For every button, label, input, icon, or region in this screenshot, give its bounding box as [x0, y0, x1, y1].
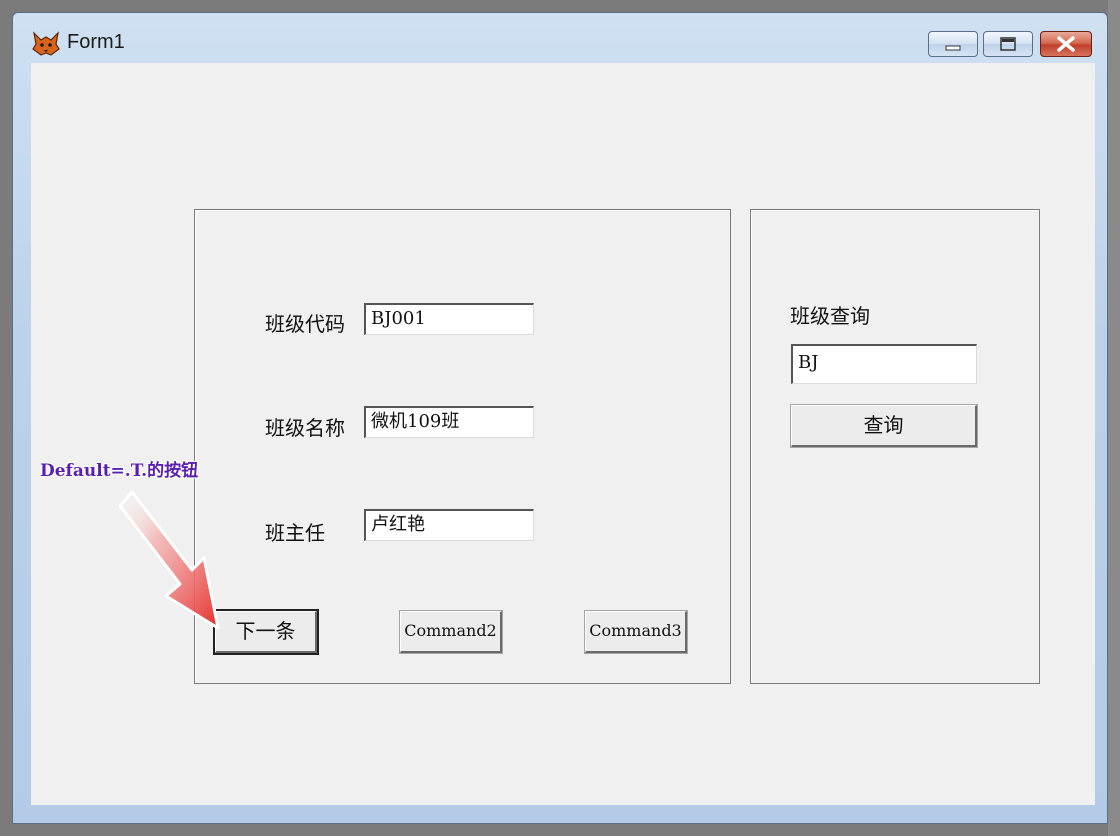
command3-button[interactable]: Command3: [584, 610, 688, 654]
maximize-icon: [1000, 37, 1016, 51]
query-input[interactable]: BJ: [791, 344, 977, 384]
form1-window: Form1 班级代码 BJ001 班级名称 微机109班 班主任 卢红艳 下一条: [12, 12, 1108, 824]
form-client-area: 班级代码 BJ001 班级名称 微机109班 班主任 卢红艳 下一条 Comma…: [31, 63, 1095, 805]
minimize-icon: [945, 45, 961, 51]
close-button[interactable]: [1040, 31, 1092, 57]
close-icon: [1057, 36, 1075, 52]
class-name-field[interactable]: 微机109班: [364, 406, 534, 438]
query-label: 班级查询: [790, 304, 870, 328]
annotation-arrow-icon: [118, 490, 220, 630]
command2-button[interactable]: Command2: [399, 610, 503, 654]
maximize-button[interactable]: [983, 31, 1033, 57]
class-code-field[interactable]: BJ001: [364, 303, 534, 335]
minimize-button[interactable]: [928, 31, 978, 57]
title-bar[interactable]: Form1: [13, 13, 1107, 63]
query-button[interactable]: 查询: [790, 404, 978, 448]
class-code-label: 班级代码: [265, 312, 345, 336]
teacher-field[interactable]: 卢红艳: [364, 509, 534, 541]
desktop-edge: [1108, 0, 1120, 836]
teacher-label: 班主任: [265, 521, 325, 545]
window-title: Form1: [67, 31, 125, 53]
foxpro-fox-icon: [32, 31, 60, 56]
class-name-label: 班级名称: [265, 416, 345, 440]
